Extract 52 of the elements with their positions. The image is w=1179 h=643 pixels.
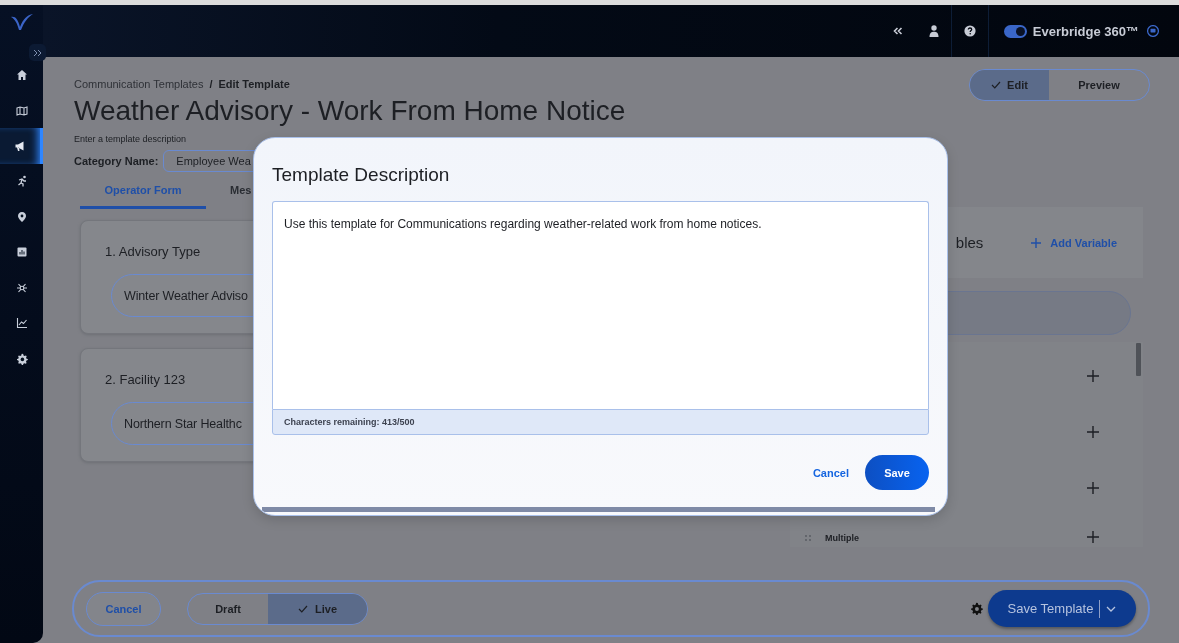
map-icon [15,104,28,117]
home-icon [15,68,28,81]
panel-title: bles [955,234,984,251]
location-pin-icon [15,210,28,223]
sidebar-item[interactable] [0,128,43,164]
plus-icon[interactable] [1087,482,1099,494]
description-field[interactable]: Use this template for Communications regarding weather-related work from home notices. [272,201,929,409]
status-tab[interactable]: Draft [188,593,268,624]
plus-icon [1031,237,1042,248]
check-icon [991,81,1002,89]
field-label: 1. Advisory Type [105,244,202,259]
field-label: 2. Facility 123 [105,372,187,387]
breadcrumb-separator: / [209,78,213,90]
cancel-button[interactable]: Cancel [812,466,849,479]
add-variable-button[interactable]: Add Variable [1031,236,1117,249]
megaphone-icon [14,139,26,152]
scrollbar-thumb[interactable] [1136,343,1141,376]
runner-icon [15,175,28,188]
category-label: Category Name: [74,155,159,167]
status-tab[interactable]: Live [268,593,367,624]
page-title: Weather Advisory - Work From Home Notice [74,94,626,128]
product-name: Everbridge 360™ [1032,23,1139,39]
settings-icon [15,352,28,365]
breadcrumb-link[interactable]: Communication Templates [74,78,204,90]
save-template-button[interactable]: Save Template [988,590,1136,627]
mode-tab[interactable]: Edit [970,70,1049,100]
plus-icon[interactable] [1087,426,1099,438]
line-chart-icon [15,317,28,330]
settings-icon[interactable] [970,602,983,615]
bar-chart-icon [15,246,28,259]
character-counter: Characters remaining: 413/500 [272,409,929,435]
save-button[interactable]: Save [865,455,929,490]
double-chevron-icon [892,27,903,35]
variable-name: Multiple [825,533,859,543]
mode-tab[interactable]: Preview [1049,70,1149,100]
chat-icon[interactable] [1147,25,1159,37]
logo-icon [9,13,34,31]
user-icon [928,25,939,37]
check-icon [298,604,308,613]
expand-button[interactable] [29,44,46,61]
plus-icon[interactable] [1087,531,1099,543]
dialog-title: Template Description [272,164,451,186]
toggle-switch[interactable] [1003,24,1027,38]
chevrons-icon [33,48,42,57]
description-prompt[interactable]: Enter a template description [74,134,187,144]
network-icon [15,281,28,294]
cancel-button[interactable]: Cancel [86,591,161,626]
drag-handle-icon [805,535,811,541]
breadcrumb-current: Edit Template [218,78,290,90]
plus-icon[interactable] [1087,370,1099,382]
caret-icon [1106,605,1117,612]
help-icon [963,25,976,37]
